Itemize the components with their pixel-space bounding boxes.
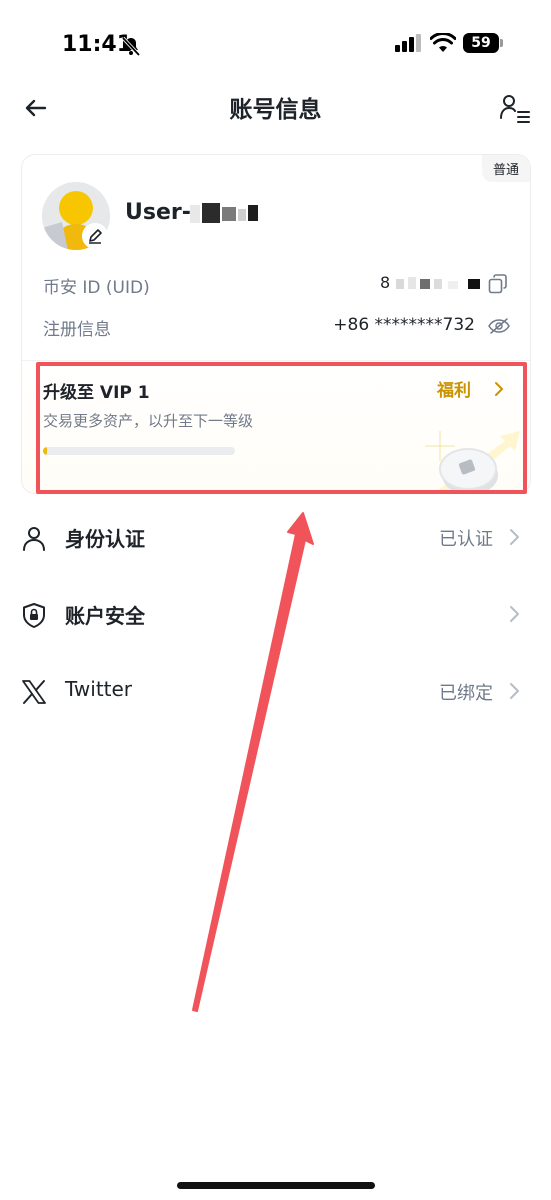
copy-icon[interactable] xyxy=(488,274,508,294)
user-list-icon[interactable] xyxy=(498,92,532,124)
tier-badge: 普通 xyxy=(481,155,530,182)
menu-status-twitter: 已绑定 xyxy=(439,683,493,704)
uid-redaction xyxy=(396,277,480,289)
person-icon xyxy=(23,527,45,551)
uid-value: 8 xyxy=(380,273,391,292)
edit-pencil-icon[interactable] xyxy=(82,223,108,249)
registration-label: 注册信息 xyxy=(43,320,111,340)
menu-item-account-security[interactable]: 账户安全 xyxy=(0,584,551,644)
registered-phone: +86 ********732 xyxy=(333,315,475,335)
menu-label-security: 账户安全 xyxy=(65,604,145,628)
eye-hidden-icon[interactable] xyxy=(488,317,510,335)
page-title: 账号信息 xyxy=(229,97,322,123)
x-logo-icon xyxy=(22,680,46,704)
chevron-right-icon xyxy=(510,606,519,622)
chevron-right-icon xyxy=(510,529,519,545)
username-redaction xyxy=(190,203,258,223)
username: User- xyxy=(125,200,191,225)
menu-item-twitter[interactable]: Twitter 已绑定 xyxy=(0,661,551,721)
chevron-right-icon xyxy=(510,683,519,699)
menu-label-identity: 身份认证 xyxy=(65,527,145,551)
wifi-icon xyxy=(430,33,456,52)
menu-status-identity: 已认证 xyxy=(439,529,493,550)
uid-label: 币安 ID (UID) xyxy=(43,278,150,298)
battery-level: 59 xyxy=(463,33,499,53)
battery-icon: 59 xyxy=(463,33,503,53)
battery-tip xyxy=(500,39,503,47)
home-indicator xyxy=(177,1182,375,1189)
cellular-signal-icon xyxy=(395,34,421,52)
status-bar: 11:41 59 xyxy=(0,0,551,90)
annotation-highlight-box xyxy=(36,362,527,494)
shield-lock-icon xyxy=(23,603,45,628)
bell-muted-icon xyxy=(121,36,141,57)
menu-label-twitter: Twitter xyxy=(65,677,133,701)
menu-item-identity-verification[interactable]: 身份认证 已认证 xyxy=(0,507,551,567)
